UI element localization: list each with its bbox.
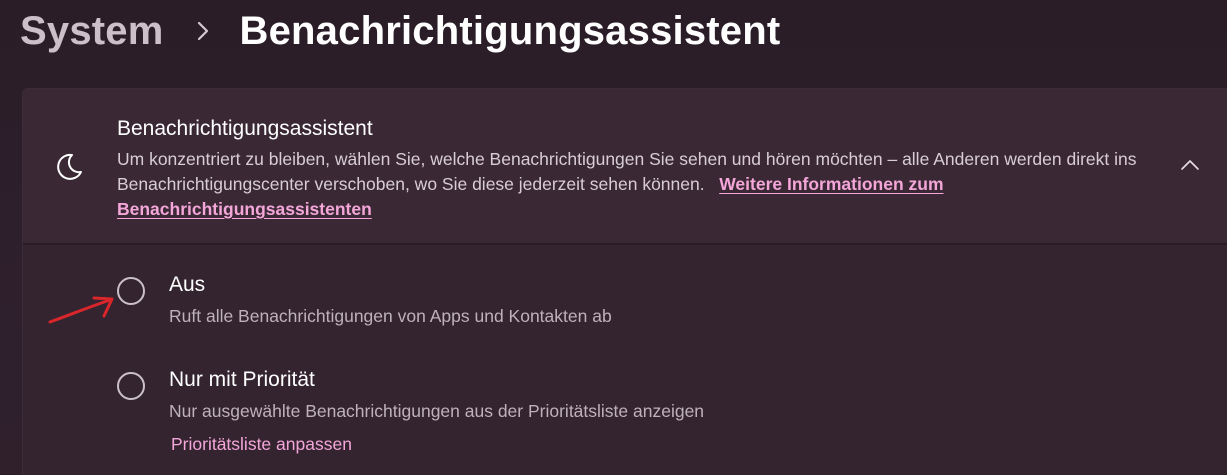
chevron-up-icon[interactable] [1178,153,1202,177]
focus-assist-card: Benachrichtigungsassistent Um konzentrie… [22,88,1227,475]
option-priority-only-description: Nur ausgewählte Benachrichtigungen aus d… [169,401,705,421]
card-title: Benachrichtigungsassistent [117,117,373,140]
customize-priority-list-link[interactable]: Prioritätsliste anpassen [171,434,352,455]
chevron-right-icon [188,11,218,51]
option-priority-only-label: Nur mit Priorität [169,368,315,391]
card-description: Um konzentriert zu bleiben, wählen Sie, … [117,149,1137,194]
option-aus-label: Aus [169,273,206,296]
moon-icon [53,151,85,183]
option-aus[interactable]: Aus Ruft alle Benachrichtigungen von App… [23,259,1227,339]
card-description-block: Um konzentriert zu bleiben, wählen Sie, … [117,147,1157,222]
radio-priority-only[interactable] [117,372,145,400]
page-title: Benachrichtigungsassistent [239,8,781,53]
option-aus-description: Ruft alle Benachrichtigungen von Apps un… [169,306,612,326]
breadcrumb: System Benachrichtigungsassistent [20,0,780,62]
breadcrumb-parent-system[interactable]: System [20,9,164,54]
annotation-arrow-icon [48,296,114,324]
option-priority-only[interactable]: Nur mit Priorität Nur ausgewählte Benach… [23,354,1227,474]
focus-assist-expander-header[interactable]: Benachrichtigungsassistent Um konzentrie… [23,89,1227,245]
